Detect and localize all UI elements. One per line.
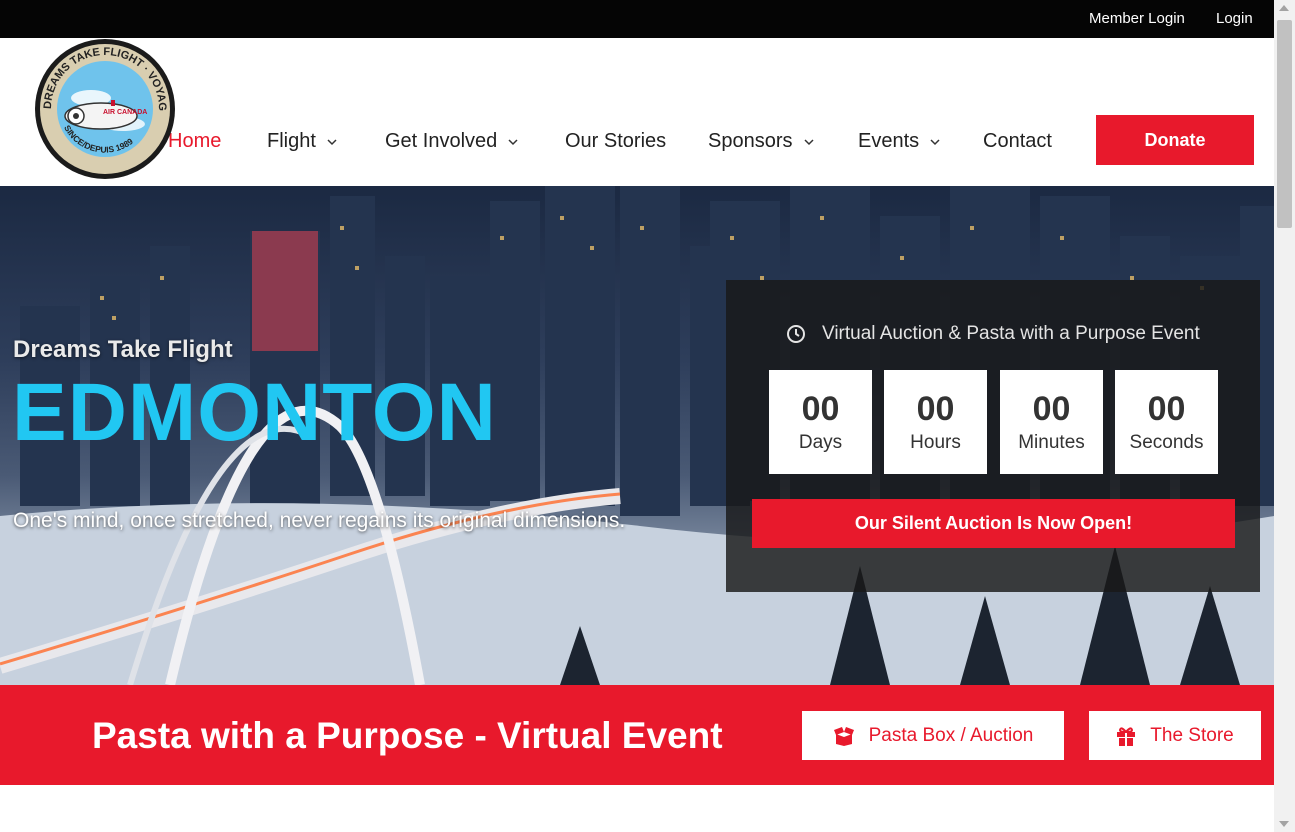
countdown-minutes-label: Minutes [1018, 432, 1085, 453]
chevron-down-icon [803, 138, 814, 145]
countdown-seconds-value: 00 [1147, 390, 1186, 428]
box-open-icon [833, 726, 854, 746]
scroll-down-arrow-icon[interactable] [1279, 821, 1289, 827]
countdown-days-value: 00 [801, 390, 840, 428]
gift-icon [1117, 726, 1136, 746]
silent-auction-button[interactable]: Our Silent Auction Is Now Open! [752, 499, 1235, 548]
nav-item-label: Contact [983, 130, 1052, 152]
countdown-minutes-value: 00 [1032, 390, 1071, 428]
nav-item-label: Sponsors [708, 130, 793, 152]
the-store-label: The Store [1150, 724, 1234, 746]
hero-subtitle: Dreams Take Flight [13, 336, 233, 363]
donate-button[interactable]: Donate [1096, 115, 1254, 165]
logo-emblem: DREAMS TAKE FLIGHT · VOYAGE DE RÊVE · AI… [27, 28, 175, 179]
clock-icon [787, 325, 805, 343]
nav-item-label: Flight [267, 130, 316, 152]
main-nav: Home Flight Get Involved Our Stories Spo… [0, 38, 1274, 186]
scroll-up-arrow-icon[interactable] [1279, 5, 1289, 11]
nav-item-our-stories[interactable]: Our Stories [565, 130, 666, 153]
event-title: Virtual Auction & Pasta with a Purpose E… [786, 323, 1200, 345]
hero-section: Dreams Take Flight EDMONTON One's mind, … [0, 186, 1274, 685]
countdown-panel: Virtual Auction & Pasta with a Purpose E… [726, 280, 1260, 592]
countdown-days: 00 Days [769, 370, 872, 474]
countdown-minutes: 00 Minutes [1000, 370, 1103, 474]
nav-item-contact[interactable]: Contact [983, 130, 1052, 153]
countdown-days-label: Days [798, 432, 843, 453]
countdown-seconds: 00 Seconds [1115, 370, 1218, 474]
member-login-link[interactable]: Member Login [1089, 10, 1185, 27]
hero-quote: One's mind, once stretched, never regain… [13, 509, 626, 532]
chevron-down-icon [930, 138, 940, 145]
nav-item-events[interactable]: Events [858, 130, 941, 153]
vertical-scrollbar[interactable] [1274, 0, 1295, 832]
event-title-text: Virtual Auction & Pasta with a Purpose E… [822, 323, 1200, 344]
nav-item-label: Our Stories [565, 130, 667, 152]
pasta-box-auction-button[interactable]: Pasta Box / Auction [802, 711, 1064, 760]
countdown-hours-label: Hours [910, 432, 961, 453]
site-header: Home Flight Get Involved Our Stories Spo… [0, 38, 1274, 186]
event-banner: Pasta with a Purpose - Virtual Event Pas… [0, 685, 1274, 785]
nav-item-sponsors[interactable]: Sponsors [708, 130, 815, 153]
login-link[interactable]: Login [1216, 10, 1253, 27]
the-store-button[interactable]: The Store [1089, 711, 1261, 760]
nav-item-flight[interactable]: Flight [267, 130, 338, 153]
scrollbar-thumb[interactable] [1277, 20, 1292, 228]
countdown-hours: 00 Hours [884, 370, 987, 474]
hero-title: EDMONTON [12, 367, 497, 458]
pasta-box-auction-label: Pasta Box / Auction [868, 724, 1034, 746]
nav-item-label: Get Involved [385, 130, 498, 152]
chevron-down-icon [327, 138, 337, 145]
nav-item-get-involved[interactable]: Get Involved [385, 130, 519, 153]
top-bar: Member Login Login [0, 0, 1274, 38]
chevron-down-icon [508, 138, 518, 145]
countdown-seconds-label: Seconds [1129, 432, 1204, 453]
event-banner-title: Pasta with a Purpose - Virtual Event [92, 715, 723, 756]
countdown-hours-value: 00 [916, 390, 955, 428]
logo-plane-text: AIR CANADA [103, 109, 147, 116]
nav-item-label: Events [858, 130, 920, 152]
site-logo[interactable]: DREAMS TAKE FLIGHT · VOYAGE DE RÊVE · AI… [27, 28, 179, 180]
